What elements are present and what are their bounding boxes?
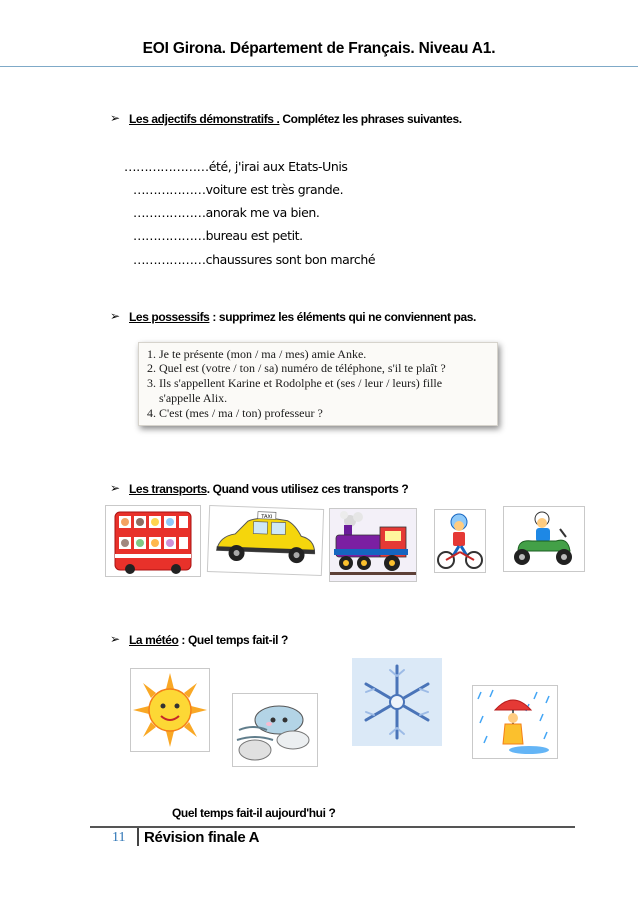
bus-icon — [114, 511, 192, 574]
section-demonstratifs-title: Les adjectifs démonstratifs . — [129, 112, 280, 126]
possessif-item-3-continued: s'appelle Alix. — [147, 391, 228, 405]
section-demonstratifs-instruction: Complétez les phrases suivantes. — [279, 112, 462, 126]
possessif-item-1: 1. Je te présente (mon / ma / mes) amie … — [147, 347, 367, 361]
bullet-arrow-icon: ➢ — [110, 481, 121, 495]
windy-picture — [232, 693, 318, 767]
demonstratif-line-5: ………………chaussures sont bon marché — [133, 252, 376, 267]
bicycle-icon — [437, 513, 483, 569]
bullet-arrow-icon: ➢ — [110, 111, 121, 125]
section-meteo-instruction: : Quel temps fait-il ? — [178, 633, 288, 647]
section-possessifs-instruction: : supprimez les éléments qui ne convienn… — [209, 310, 476, 324]
possessifs-exercise-image: 1. Je te présente (mon / ma / mes) amie … — [138, 342, 498, 426]
section-meteo-title: La météo — [129, 633, 179, 647]
snowflake-icon — [364, 664, 430, 740]
snowy-picture — [352, 658, 442, 746]
wind-cloud-icon — [236, 705, 310, 761]
scooter-icon — [514, 511, 572, 565]
taxi-sign-text: TAXI — [260, 514, 272, 520]
section-possessifs-title: Les possessifs — [129, 310, 210, 324]
train-picture — [329, 508, 417, 582]
sun-icon — [133, 673, 207, 747]
footer-separator — [137, 828, 139, 846]
scooter-picture — [503, 506, 585, 572]
section-demonstratifs-heading: Les adjectifs démonstratifs . Complétez … — [129, 112, 462, 126]
section-possessifs-heading: Les possessifs : supprimez les éléments … — [129, 310, 476, 324]
sunny-picture — [130, 668, 210, 752]
possessif-item-2: 2. Quel est (votre / ton / sa) numéro de… — [147, 361, 446, 375]
bicycle-picture — [434, 509, 486, 573]
bullet-arrow-icon: ➢ — [110, 632, 121, 646]
demonstratif-line-1: …………………été, j'irai aux Etats-Unis — [124, 159, 348, 174]
footer-title: Révision finale A — [144, 829, 260, 846]
meteo-question: Quel temps fait-il aujourd'hui ? — [172, 806, 336, 820]
demonstratif-line-3: ………………anorak me va bien. — [133, 205, 320, 220]
rain-umbrella-icon — [477, 689, 550, 754]
page-number: 11 — [112, 830, 126, 845]
taxi-icon: TAXI — [216, 511, 316, 564]
train-icon — [330, 509, 416, 581]
footer-divider — [90, 826, 575, 828]
section-meteo-heading: La météo : Quel temps fait-il ? — [129, 633, 288, 647]
document-header-title: EOI Girona. Département de Français. Niv… — [142, 40, 496, 57]
taxi-picture: TAXI — [206, 505, 325, 576]
section-transports-title: Les transports — [129, 482, 207, 496]
section-transports-heading: Les transports. Quand vous utilisez ces … — [129, 482, 409, 496]
bus-picture — [105, 505, 201, 577]
section-transports-instruction: . Quand vous utilisez ces transports ? — [206, 482, 409, 496]
possessif-item-3: 3. Ils s'appellent Karine et Rodolphe et… — [147, 376, 443, 390]
demonstratif-line-4: ………………bureau est petit. — [133, 228, 303, 243]
demonstratif-line-2: ………………voiture est très grande. — [133, 182, 344, 197]
header-divider — [0, 66, 638, 67]
bullet-arrow-icon: ➢ — [110, 309, 121, 323]
possessif-item-4: 4. C'est (mes / ma / ton) professeur ? — [147, 406, 323, 420]
rainy-picture — [472, 685, 558, 759]
